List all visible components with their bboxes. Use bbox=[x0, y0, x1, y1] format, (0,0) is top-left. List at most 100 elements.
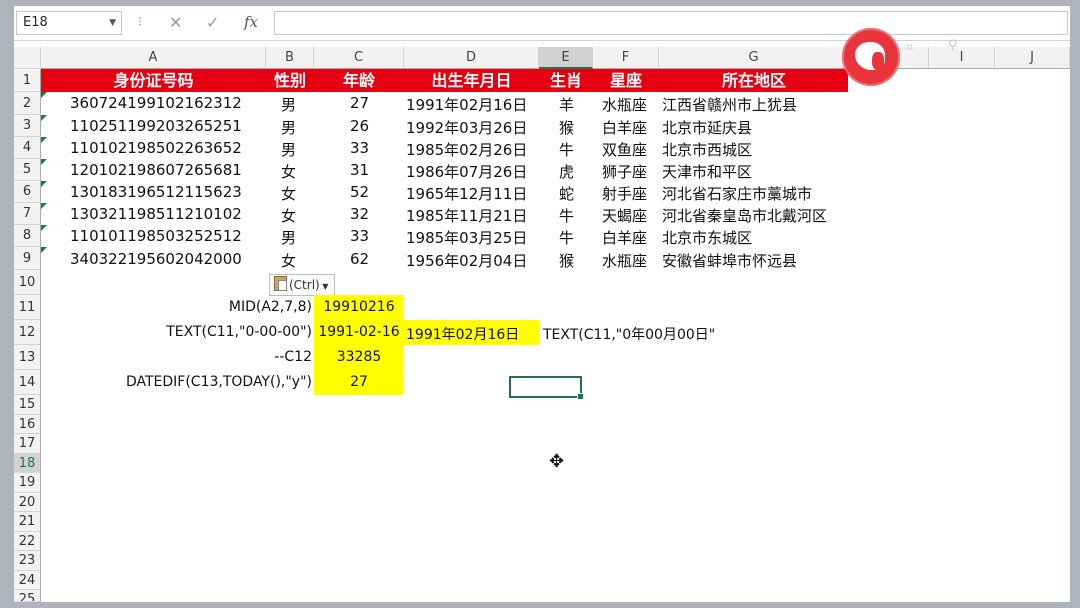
fill-handle[interactable] bbox=[577, 393, 584, 400]
header-cell-birthdate[interactable]: 出生年月日 bbox=[404, 69, 539, 92]
formula-result[interactable]: 33285 bbox=[314, 349, 404, 365]
cell-region[interactable]: 江西省赣州市上犹县 bbox=[662, 94, 797, 115]
cell-birthdate[interactable]: 1985年02月26日 bbox=[406, 139, 527, 160]
cell-zodiac[interactable]: 牛 bbox=[559, 139, 574, 160]
cell-constellation[interactable]: 水瓶座 bbox=[602, 94, 647, 115]
col-header-j[interactable]: J bbox=[995, 47, 1070, 69]
formula-result[interactable]: 1991-02-16 bbox=[314, 324, 404, 340]
col-header-d[interactable]: D bbox=[404, 47, 539, 69]
cell-constellation[interactable]: 白羊座 bbox=[602, 117, 647, 138]
row-header-20[interactable]: 20 bbox=[14, 493, 41, 512]
cell-age[interactable]: 32 bbox=[350, 205, 369, 223]
row-header-4[interactable]: 4 bbox=[14, 137, 41, 159]
cell-zodiac[interactable]: 羊 bbox=[559, 94, 574, 115]
row-header-12[interactable]: 12 bbox=[14, 320, 41, 345]
cell-constellation[interactable]: 天蝎座 bbox=[602, 205, 647, 226]
cell-constellation[interactable]: 白羊座 bbox=[602, 227, 647, 248]
row-header-6[interactable]: 6 bbox=[14, 181, 41, 203]
header-cell-gender[interactable]: 性别 bbox=[266, 69, 314, 92]
cell-region[interactable]: 北京市东城区 bbox=[662, 227, 752, 248]
cell-gender[interactable]: 女 bbox=[281, 161, 296, 182]
header-cell-region[interactable]: 所在地区 bbox=[659, 69, 849, 92]
cell-constellation[interactable]: 双鱼座 bbox=[602, 139, 647, 160]
header-cell-id[interactable]: 身份证号码 bbox=[41, 69, 266, 92]
header-cell-constellation[interactable]: 星座 bbox=[593, 69, 659, 92]
row-header-25[interactable]: 25 bbox=[14, 590, 41, 602]
cell-id[interactable]: 130183196512115623 bbox=[70, 183, 242, 201]
cell-id[interactable]: 360724199102162312 bbox=[70, 94, 242, 112]
select-all-corner[interactable] bbox=[14, 47, 41, 69]
col-header-f[interactable]: F bbox=[593, 47, 659, 69]
cell-age[interactable]: 31 bbox=[350, 161, 369, 179]
cell-zodiac[interactable]: 猴 bbox=[559, 117, 574, 138]
cell-region[interactable]: 北京市西城区 bbox=[662, 139, 752, 160]
cell-id[interactable]: 340322195602042000 bbox=[70, 250, 242, 268]
row-header-18[interactable]: 18 bbox=[14, 454, 41, 473]
cell-constellation[interactable]: 水瓶座 bbox=[602, 250, 647, 271]
row-header-22[interactable]: 22 bbox=[14, 532, 41, 551]
col-header-i[interactable]: I bbox=[929, 47, 995, 69]
formula-result[interactable]: 19910216 bbox=[314, 299, 404, 315]
cell-zodiac[interactable]: 牛 bbox=[559, 205, 574, 226]
cell-age[interactable]: 52 bbox=[350, 183, 369, 201]
col-header-a[interactable]: A bbox=[41, 47, 266, 69]
cell-gender[interactable]: 男 bbox=[281, 139, 296, 160]
cell-zodiac[interactable]: 猴 bbox=[559, 250, 574, 271]
header-cell-zodiac[interactable]: 生肖 bbox=[539, 69, 593, 92]
row-header-5[interactable]: 5 bbox=[14, 159, 41, 181]
row-header-19[interactable]: 19 bbox=[14, 473, 41, 493]
cell-birthdate[interactable]: 1991年02月16日 bbox=[406, 94, 527, 115]
cell-zodiac[interactable]: 牛 bbox=[559, 227, 574, 248]
cell-constellation[interactable]: 射手座 bbox=[602, 183, 647, 204]
formula-result[interactable]: 27 bbox=[314, 374, 404, 390]
row-header-2[interactable]: 2 bbox=[14, 92, 41, 115]
cell-region[interactable]: 北京市延庆县 bbox=[662, 117, 752, 138]
row-header-9[interactable]: 9 bbox=[14, 247, 41, 270]
check-icon[interactable]: ✓ bbox=[206, 13, 219, 32]
formula-label[interactable]: MID(A2,7,8) bbox=[144, 299, 312, 315]
formula-label[interactable]: TEXT(C11,"0-00-00") bbox=[114, 324, 312, 340]
header-cell-age[interactable]: 年龄 bbox=[314, 69, 404, 92]
row-header-23[interactable]: 23 bbox=[14, 551, 41, 571]
cell-age[interactable]: 27 bbox=[350, 94, 369, 112]
cell-birthdate[interactable]: 1985年11月21日 bbox=[406, 205, 527, 226]
cell-region[interactable]: 河北省石家庄市藁城市 bbox=[662, 183, 812, 204]
row-header-7[interactable]: 7 bbox=[14, 203, 41, 225]
cell-id[interactable]: 120102198607265681 bbox=[70, 161, 242, 179]
cell-gender[interactable]: 女 bbox=[281, 183, 296, 204]
formula-label[interactable]: DATEDIF(C13,TODAY(),"y") bbox=[74, 374, 312, 390]
row-header-1[interactable]: 1 bbox=[14, 69, 41, 92]
cell-zodiac[interactable]: 蛇 bbox=[559, 183, 574, 204]
cell-gender[interactable]: 女 bbox=[281, 205, 296, 226]
cell-birthdate[interactable]: 1985年03月25日 bbox=[406, 227, 527, 248]
formula-input[interactable] bbox=[274, 11, 1068, 35]
cell-id[interactable]: 110101198503252512 bbox=[70, 227, 242, 245]
cell-zodiac[interactable]: 虎 bbox=[559, 161, 574, 182]
cell-id[interactable]: 130321198511210102 bbox=[70, 205, 242, 223]
cell-age[interactable]: 26 bbox=[350, 117, 369, 135]
cell-region[interactable]: 河北省秦皇岛市北戴河区 bbox=[662, 205, 827, 226]
row-header-17[interactable]: 17 bbox=[14, 434, 41, 454]
cell-birthdate[interactable]: 1965年12月11日 bbox=[406, 183, 527, 204]
row-header-21[interactable]: 21 bbox=[14, 512, 41, 532]
row-header-24[interactable]: 24 bbox=[14, 571, 41, 590]
row-header-15[interactable]: 15 bbox=[14, 395, 41, 415]
row-header-3[interactable]: 3 bbox=[14, 115, 41, 137]
formula-extra-result[interactable]: 1991年02月16日 bbox=[406, 324, 519, 344]
cell-gender[interactable]: 男 bbox=[281, 94, 296, 115]
col-header-b[interactable]: B bbox=[266, 47, 314, 69]
formula-note[interactable]: TEXT(C11,"0年00月00日" bbox=[543, 324, 715, 344]
chevron-down-icon[interactable]: ▼ bbox=[109, 12, 116, 34]
cell-age[interactable]: 62 bbox=[350, 250, 369, 268]
insert-function-icon[interactable]: fx bbox=[244, 13, 258, 31]
row-header-11[interactable]: 11 bbox=[14, 295, 41, 320]
cell-birthdate[interactable]: 1956年02月04日 bbox=[406, 250, 527, 271]
cell-birthdate[interactable]: 1986年07月26日 bbox=[406, 161, 527, 182]
col-header-e[interactable]: E bbox=[539, 47, 593, 69]
active-cell-selection[interactable] bbox=[509, 376, 584, 400]
cell-id[interactable]: 110102198502263652 bbox=[70, 139, 242, 157]
cell-gender[interactable]: 男 bbox=[281, 117, 296, 138]
cell-gender[interactable]: 女 bbox=[281, 250, 296, 271]
cell-gender[interactable]: 男 bbox=[281, 227, 296, 248]
col-header-g[interactable]: G bbox=[659, 47, 849, 69]
